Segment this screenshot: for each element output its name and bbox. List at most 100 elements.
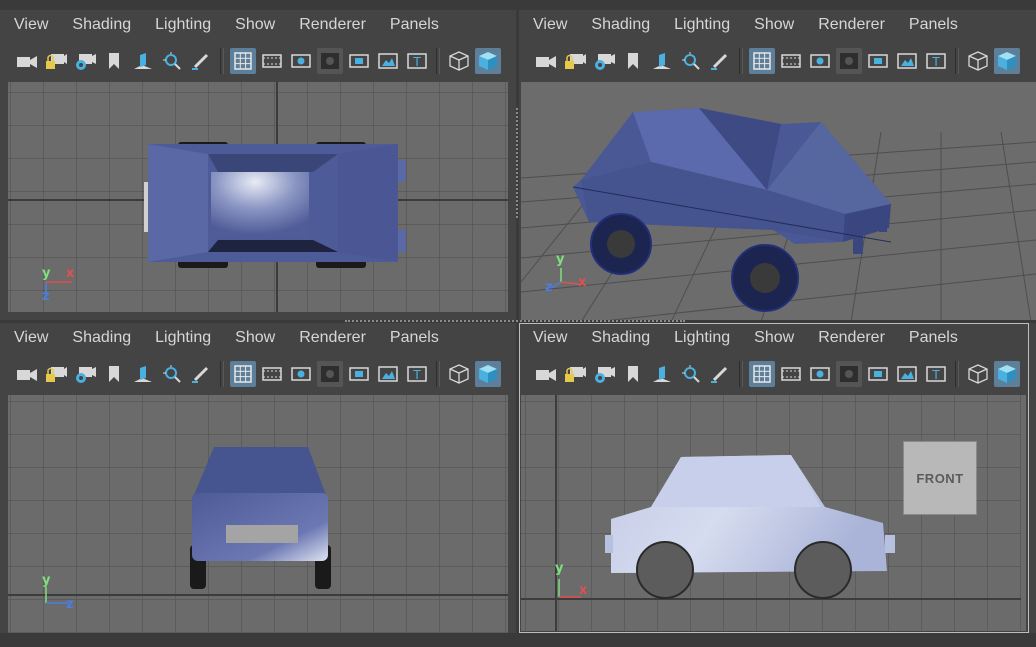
grease-pencil-icon[interactable] [188,361,214,387]
film-gate-icon[interactable] [259,361,285,387]
menu-shading[interactable]: Shading [72,329,131,347]
gate-mask-icon[interactable] [836,361,862,387]
resolution-gate-icon[interactable] [288,361,314,387]
resolution-gate-icon[interactable] [288,48,314,74]
viewport-front[interactable]: FRONT y x [521,395,1026,631]
grid-icon[interactable] [230,361,256,387]
menu-lighting[interactable]: Lighting [155,16,211,34]
camera-attributes-icon[interactable] [591,361,617,387]
menu-show[interactable]: Show [754,329,794,347]
safe-title-icon[interactable]: T [404,48,430,74]
grease-pencil-icon[interactable] [707,48,733,74]
bookmark-icon[interactable] [620,48,646,74]
grease-pencil-icon[interactable] [707,361,733,387]
pane-splitter-horizontal[interactable] [345,320,685,324]
menu-renderer[interactable]: Renderer [818,329,885,347]
gate-mask-icon[interactable] [317,361,343,387]
film-gate-icon[interactable] [778,48,804,74]
menu-renderer[interactable]: Renderer [299,329,366,347]
grease-pencil-icon[interactable] [188,48,214,74]
menu-panels[interactable]: Panels [909,329,958,347]
shaded-cube-icon[interactable] [475,48,501,74]
safe-title-icon[interactable]: T [404,361,430,387]
resolution-gate-icon[interactable] [807,361,833,387]
wireframe-cube-icon[interactable] [965,48,991,74]
menu-lighting[interactable]: Lighting [674,16,730,34]
camera-icon[interactable] [533,361,559,387]
image-plane-icon[interactable] [130,48,156,74]
zoom-2d-icon[interactable] [159,48,185,74]
resolution-gate-icon[interactable] [807,48,833,74]
menu-panels[interactable]: Panels [909,16,958,34]
shaded-cube-icon[interactable] [475,361,501,387]
camera-lock-icon[interactable] [43,48,69,74]
safe-action-icon[interactable] [894,48,920,74]
menu-view[interactable]: View [14,329,48,347]
panel-perspective: View Shading Lighting Show Renderer Pane… [519,10,1036,320]
menu-lighting[interactable]: Lighting [674,329,730,347]
camera-attributes-icon[interactable] [591,48,617,74]
image-plane-icon[interactable] [130,361,156,387]
field-chart-icon[interactable] [865,48,891,74]
field-chart-icon[interactable] [346,361,372,387]
menu-show[interactable]: Show [235,329,275,347]
view-cube-front[interactable]: FRONT [903,441,977,515]
wireframe-cube-icon[interactable] [446,361,472,387]
film-gate-icon[interactable] [778,361,804,387]
safe-action-icon[interactable] [375,361,401,387]
menu-view[interactable]: View [533,16,567,34]
camera-icon[interactable] [14,361,40,387]
bookmark-icon[interactable] [101,361,127,387]
viewport-perspective[interactable]: y x z [521,82,1036,320]
menu-shading[interactable]: Shading [72,16,131,34]
pane-splitter-vertical[interactable] [516,108,520,218]
shaded-cube-icon[interactable] [994,48,1020,74]
safe-title-icon[interactable]: T [923,361,949,387]
gate-mask-icon[interactable] [836,48,862,74]
menu-lighting[interactable]: Lighting [155,329,211,347]
camera-attributes-icon[interactable] [72,48,98,74]
axis-gizmo [45,587,68,604]
gate-mask-icon[interactable] [317,48,343,74]
bookmark-icon[interactable] [101,48,127,74]
menu-view[interactable]: View [14,16,48,34]
menu-show[interactable]: Show [235,16,275,34]
zoom-2d-icon[interactable] [159,361,185,387]
wireframe-cube-icon[interactable] [965,361,991,387]
camera-lock-icon[interactable] [562,48,588,74]
grid-icon[interactable] [749,48,775,74]
image-plane-icon[interactable] [649,361,675,387]
shaded-cube-icon[interactable] [994,361,1020,387]
bookmark-icon[interactable] [620,361,646,387]
camera-lock-icon[interactable] [562,361,588,387]
field-chart-icon[interactable] [346,48,372,74]
camera-attributes-icon[interactable] [72,361,98,387]
menu-renderer[interactable]: Renderer [818,16,885,34]
zoom-2d-icon[interactable] [678,361,704,387]
menu-shading[interactable]: Shading [591,329,650,347]
menu-panels[interactable]: Panels [390,329,439,347]
panel-menubar: View Shading Lighting Show Renderer Pane… [0,10,516,40]
viewport-top[interactable]: y x z [8,82,508,312]
menu-renderer[interactable]: Renderer [299,16,366,34]
safe-action-icon[interactable] [894,361,920,387]
menu-panels[interactable]: Panels [390,16,439,34]
toolbar-separator [220,48,224,74]
image-plane-icon[interactable] [649,48,675,74]
grid-icon[interactable] [230,48,256,74]
zoom-2d-icon[interactable] [678,48,704,74]
wireframe-cube-icon[interactable] [446,48,472,74]
safe-action-icon[interactable] [375,48,401,74]
menu-show[interactable]: Show [754,16,794,34]
viewport-side[interactable]: y z [8,395,508,633]
film-gate-icon[interactable] [259,48,285,74]
camera-icon[interactable] [14,48,40,74]
camera-icon[interactable] [533,48,559,74]
menu-view[interactable]: View [533,329,567,347]
toolbar-separator [739,361,743,387]
grid-icon[interactable] [749,361,775,387]
menu-shading[interactable]: Shading [591,16,650,34]
camera-lock-icon[interactable] [43,361,69,387]
safe-title-icon[interactable]: T [923,48,949,74]
field-chart-icon[interactable] [865,361,891,387]
